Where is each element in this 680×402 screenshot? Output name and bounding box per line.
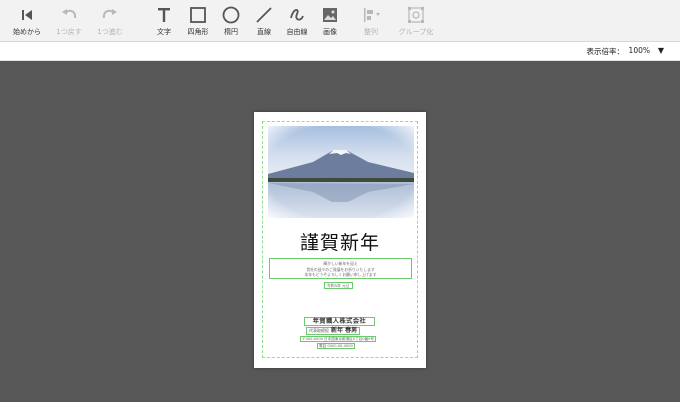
- postcard[interactable]: 謹賀新年 輝かしい新年を迎え 貴社の益々のご発展をお祈りいたします 本年もどうぞ…: [254, 112, 426, 368]
- redo-button[interactable]: 1つ進む: [86, 4, 134, 40]
- zoom-label: 表示倍率：: [586, 47, 625, 56]
- phone-textbox[interactable]: 電話 0000-00-0000: [317, 343, 355, 349]
- message-line: 本年もどうぞよろしくお願い申し上げます: [304, 272, 377, 278]
- message-textbox[interactable]: 輝かしい新年を迎え 貴社の益々のご発展をお祈りいたします 本年もどうぞよろしくお…: [269, 258, 412, 279]
- start-over-label: 始めから: [13, 28, 41, 36]
- skip-to-start-icon: [22, 10, 32, 20]
- align-button[interactable]: 整列: [347, 4, 395, 40]
- editor-canvas[interactable]: 謹賀新年 輝かしい新年を迎え 貴社の益々のご発展をお祈りいたします 本年もどうぞ…: [0, 61, 680, 402]
- align-icon: [364, 8, 380, 22]
- group-button[interactable]: グループ化: [392, 4, 440, 40]
- image-icon: [323, 8, 337, 22]
- zoom-dropdown-icon[interactable]: ▼: [658, 46, 664, 55]
- group-icon: [408, 7, 424, 23]
- align-label: 整列: [364, 28, 378, 36]
- start-over-button[interactable]: 始めから: [3, 4, 51, 40]
- group-label: グループ化: [398, 28, 434, 36]
- date-textbox[interactable]: 令和5年 元旦: [324, 282, 353, 289]
- person-title: 代表取締役: [309, 328, 329, 333]
- zoom-value[interactable]: 100%: [629, 46, 650, 55]
- redo-label: 1つ進む: [97, 28, 123, 36]
- freehand-icon: [290, 9, 304, 21]
- mount-fuji-photo[interactable]: [268, 126, 414, 218]
- text-icon: [158, 8, 170, 22]
- undo-icon: [62, 9, 77, 19]
- company-name[interactable]: 年賀職人株式会社: [304, 317, 375, 326]
- rectangle-icon: [190, 7, 206, 23]
- greeting-title[interactable]: 謹賀新年: [254, 228, 426, 255]
- zoom-bar: 表示倍率： 100% ▼: [0, 42, 680, 61]
- photo-graphic: [268, 126, 414, 218]
- redo-icon: [102, 9, 117, 19]
- ellipse-icon: [222, 6, 240, 24]
- line-icon: [256, 7, 272, 23]
- person-textbox[interactable]: 代表取締役 新年 春男: [306, 327, 361, 335]
- address-textbox[interactable]: 〒000-0000 日本国東京都港区0丁目0番0号: [300, 336, 377, 342]
- person-name: 新年 春男: [331, 327, 358, 334]
- toolbar: 始めから 1つ戻す 1つ進む 文字 四角形 楕円 直線 自由線 画像 整列 グル…: [0, 0, 680, 42]
